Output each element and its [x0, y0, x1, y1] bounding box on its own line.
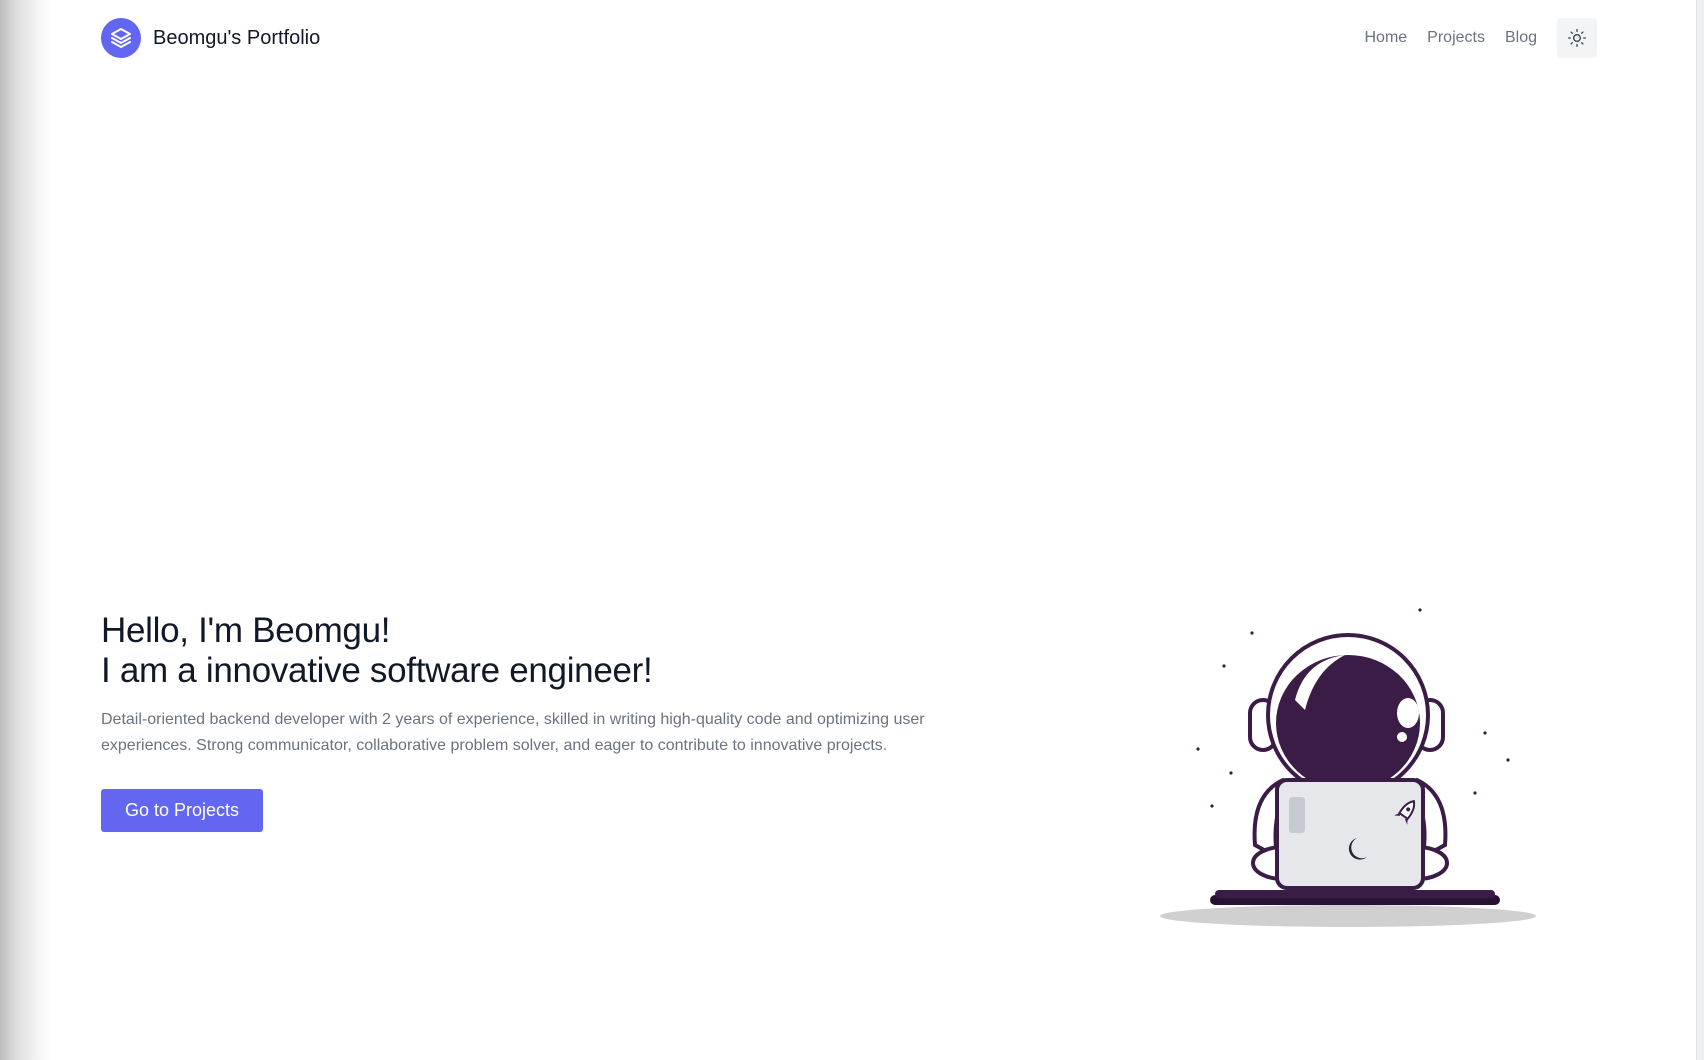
nav-home-link[interactable]: Home	[1364, 29, 1407, 47]
astronaut-laptop-illustration	[1155, 595, 1545, 935]
go-to-projects-button[interactable]: Go to Projects	[101, 789, 264, 832]
theme-toggle-button[interactable]	[1557, 18, 1597, 58]
hero-heading-line2: I am a innovative software engineer!	[101, 651, 653, 690]
main-nav: Home Projects Blog	[1364, 18, 1597, 58]
site-title: Beomgu's Portfolio	[153, 26, 321, 49]
nav-projects-link[interactable]: Projects	[1427, 29, 1485, 47]
hero-description: Detail-oriented backend developer with 2…	[101, 711, 925, 754]
layers-icon	[101, 18, 141, 58]
hero-heading-line1: Hello, I'm Beomgu!	[101, 611, 391, 650]
hero-heading: Hello, I'm Beomgu! I am a innovative sof…	[101, 611, 1001, 691]
scrollbar-track[interactable]	[1696, 0, 1704, 1060]
window-shadow	[0, 0, 52, 1060]
nav-blog-link[interactable]: Blog	[1505, 29, 1537, 47]
brand[interactable]: Beomgu's Portfolio	[101, 18, 320, 58]
sun-icon	[1568, 29, 1586, 47]
hero-section: Hello, I'm Beomgu! I am a innovative sof…	[101, 611, 1001, 832]
site-header: Beomgu's Portfolio Home Projects Blog	[101, 18, 1597, 58]
